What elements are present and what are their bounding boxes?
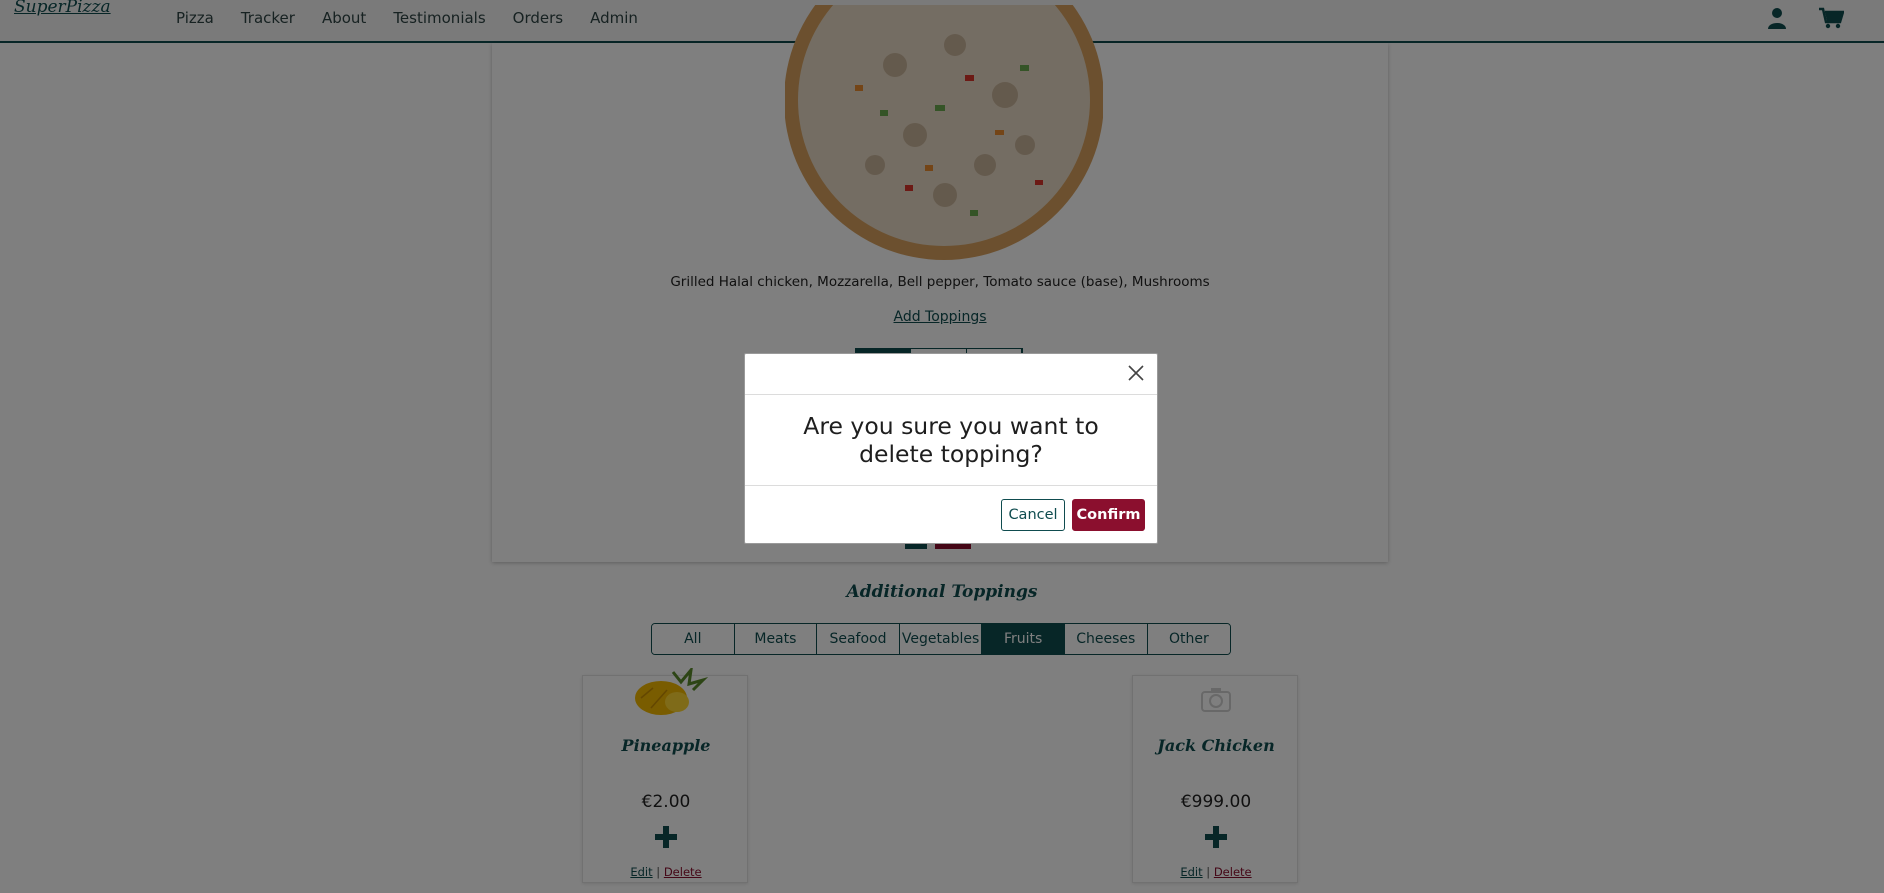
modal-header (745, 354, 1157, 395)
close-icon[interactable] (1127, 364, 1145, 382)
confirm-button[interactable]: Confirm (1072, 499, 1145, 531)
cancel-button[interactable]: Cancel (1001, 499, 1065, 531)
delete-confirm-dialog: Are you sure you want to delete topping?… (744, 353, 1158, 544)
modal-message: Are you sure you want to delete topping? (745, 395, 1157, 486)
